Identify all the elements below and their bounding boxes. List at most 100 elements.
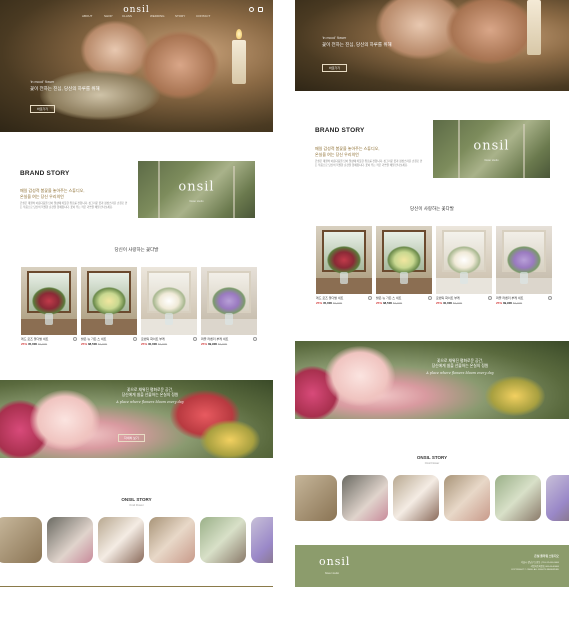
product-name[interactable]: 로맨틱 화이트 부케 [141, 337, 165, 341]
product-name[interactable]: 레드 로즈 꽃다발 세트 [21, 337, 48, 341]
search-icon[interactable] [249, 7, 254, 12]
story-card[interactable] [342, 475, 388, 521]
product-name[interactable]: 퍼플 라벤더 부케 세트 [496, 296, 523, 300]
product-card[interactable]: 로맨틱 화이트 부케 25% 40,000 53,000 [141, 267, 197, 346]
nav-item[interactable]: ABOUT [82, 14, 92, 18]
garden-banner: 꽃으로 채워진 평화로운 공간, 당신에게 쉼을 선물하는 온실의 정원 A p… [295, 341, 569, 419]
hero-text: ‘in mood’ flower 꽃이 전하는 진심, 당신의 하루를 위해 [322, 36, 392, 48]
sale-price: 39,900 [207, 342, 218, 346]
product-card[interactable]: 밝은 뉴 가든 스 세트 25% 38,500 52,000 [376, 226, 432, 305]
story-card[interactable] [495, 475, 541, 521]
flower-cluster [200, 420, 260, 458]
nav-item[interactable]: SHOP [104, 14, 113, 18]
product-price: 25% 40,000 53,000 [436, 301, 492, 305]
garden-cta-button[interactable]: 자세히 보기 [118, 434, 145, 442]
original-price: 53,000 [157, 342, 168, 346]
bouquet [152, 287, 186, 315]
product-name[interactable]: 밝은 뉴 가든 스 세트 [376, 296, 401, 300]
vase [165, 313, 173, 325]
heart-icon[interactable] [428, 296, 432, 300]
bouquet [32, 287, 66, 315]
product-price: 25% 45,000 60,000 [21, 342, 77, 346]
story-card[interactable] [295, 475, 337, 521]
sale-price: 38,500 [382, 301, 393, 305]
product-card[interactable]: 퍼플 라벤더 부케 세트 25% 39,900 53,000 [496, 226, 552, 305]
product-image[interactable] [376, 226, 432, 294]
story-carousel[interactable] [295, 475, 569, 521]
product-price: 25% 39,900 53,000 [496, 301, 552, 305]
bouquet [387, 246, 421, 274]
product-image[interactable] [316, 226, 372, 294]
footer-company: 온실 플라워 스튜디오 [534, 554, 559, 558]
story-card[interactable] [444, 475, 490, 521]
product-name-row: 밝은 뉴 가든 스 세트 [376, 296, 432, 300]
product-name[interactable]: 로맨틱 화이트 부케 [436, 296, 460, 300]
story-card[interactable] [149, 517, 195, 563]
product-card[interactable]: 레드 로즈 꽃다발 세트 25% 45,000 60,000 [21, 267, 77, 346]
product-name-row: 로맨틱 화이트 부케 [141, 337, 197, 341]
hero-banner: onsil ABOUT SHOP CLASS WEDDING STORY CON… [0, 0, 273, 132]
heart-icon[interactable] [133, 337, 137, 341]
story-card[interactable] [98, 517, 144, 563]
footer-tag: flower studio [325, 572, 340, 575]
decor-stem [158, 161, 160, 218]
product-image[interactable] [436, 226, 492, 294]
nav-item[interactable]: CLASS [122, 14, 132, 18]
story-card[interactable] [393, 475, 439, 521]
product-card[interactable]: 로맨틱 화이트 부케 25% 40,000 53,000 [436, 226, 492, 305]
product-image[interactable] [141, 267, 197, 335]
heart-icon[interactable] [548, 296, 552, 300]
product-price: 25% 40,000 53,000 [141, 342, 197, 346]
nav-item[interactable]: STORY [175, 14, 185, 18]
product-card[interactable]: 밝은 뉴 가든 스 세트 25% 38,500 52,000 [81, 267, 137, 346]
story-subtitle: Onsil Flower [129, 504, 144, 507]
story-title: ONSIL STORY [416, 455, 448, 460]
heart-icon[interactable] [73, 337, 77, 341]
product-name-row: 퍼플 라벤더 부케 세트 [496, 296, 552, 300]
bouquet [92, 287, 126, 315]
heart-icon[interactable] [193, 337, 197, 341]
story-card[interactable] [251, 517, 273, 563]
original-price: 52,000 [392, 301, 403, 305]
story-card[interactable] [200, 517, 246, 563]
hero-cta-button[interactable]: 바로가기 [30, 105, 56, 113]
vase [460, 272, 468, 284]
product-name[interactable]: 레드 로즈 꽃다발 세트 [316, 296, 343, 300]
section-divider [0, 586, 273, 587]
story-card[interactable] [47, 517, 93, 563]
product-image[interactable] [496, 226, 552, 294]
product-name[interactable]: 밝은 뉴 가든 스 세트 [81, 337, 106, 341]
product-image[interactable] [81, 267, 137, 335]
heart-icon[interactable] [488, 296, 492, 300]
story-card[interactable] [0, 517, 42, 563]
brand-headline-line: 매일 감성적 봄꽃을 놓아주는 스튜디오, [20, 188, 85, 193]
candle [527, 0, 541, 55]
decor-stem [458, 120, 460, 178]
heart-icon[interactable] [368, 296, 372, 300]
hero-cta-button[interactable]: 바로가기 [322, 64, 348, 72]
product-card[interactable]: 레드 로즈 꽃다발 세트 25% 45,000 60,000 [316, 226, 372, 305]
product-name-row: 레드 로즈 꽃다발 세트 [21, 337, 77, 341]
story-card[interactable] [546, 475, 569, 521]
decor-stem [523, 124, 525, 178]
heart-icon[interactable] [253, 337, 257, 341]
flower-cluster [30, 390, 100, 450]
hero-plate [40, 70, 160, 120]
product-image[interactable] [201, 267, 257, 335]
nav-item[interactable]: CONTACT [196, 14, 210, 18]
story-carousel[interactable] [0, 517, 273, 563]
footer-logo[interactable]: onsil [319, 555, 350, 568]
footer-copyright: COPYRIGHT © ONSIL ALL RIGHTS RESERVED [510, 569, 559, 572]
sale-price: 40,000 [442, 301, 453, 305]
cart-icon[interactable] [258, 7, 263, 12]
garden-banner: 꽃으로 채워진 평화로운 공간, 당신에게 쉼을 선물하는 온실의 정원 A p… [0, 380, 273, 458]
nav-item[interactable]: WEDDING [150, 14, 165, 18]
product-image[interactable] [21, 267, 77, 335]
garden-text: 꽃으로 채워진 평화로운 공간, 당신에게 쉼을 선물하는 온실의 정원 A p… [405, 359, 515, 375]
bouquet [507, 246, 541, 274]
product-card[interactable]: 퍼플 라벤더 부케 세트 25% 39,900 53,000 [201, 267, 257, 346]
product-name[interactable]: 퍼플 라벤더 부케 세트 [201, 337, 228, 341]
brand-story-body: 온실은 계절의 아름다움을 담아 일상에 따뜻한 위로를 전합니다. 싱그러운 … [315, 160, 423, 167]
product-name-row: 로맨틱 화이트 부케 [436, 296, 492, 300]
product-name-row: 레드 로즈 꽃다발 세트 [316, 296, 372, 300]
